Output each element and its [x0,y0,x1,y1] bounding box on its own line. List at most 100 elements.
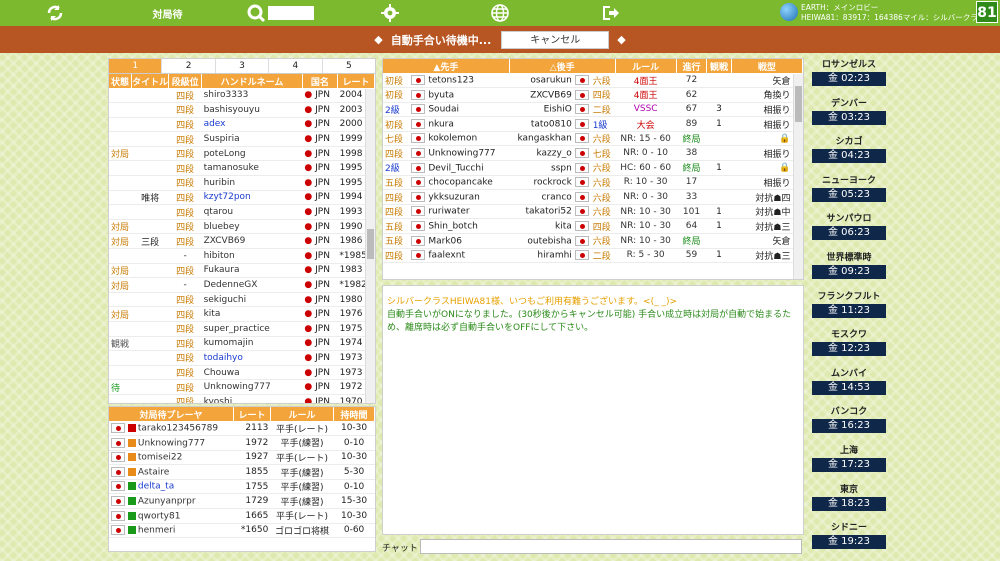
player-row[interactable]: 四段 tamanosuke ● JPN 1995 [109,160,375,177]
gote-player[interactable]: outebisha [509,233,591,249]
tab-page-3[interactable]: 3 [214,59,268,73]
col-watchers[interactable]: 観戦 [706,59,732,73]
player-row[interactable]: 対局 三段 四段 ZXCVB69 ● JPN 1986 [109,233,375,250]
sente-player[interactable]: Unknowing777 [409,145,510,162]
player-handle[interactable]: hibiton [201,248,303,264]
tab-page-5[interactable]: 5 [321,59,375,73]
waiting-row[interactable]: Azunyanprpr 1729 平手(練習) 15-30 [109,493,375,510]
sente-player[interactable]: tetons123 [409,73,510,89]
chat-input[interactable] [420,539,802,554]
player-row[interactable]: 対局 四段 kita ● JPN 1976 [109,306,375,322]
player-row[interactable]: 四段 Suspiria ● JPN 1999 [109,131,375,147]
search-input[interactable] [268,6,314,20]
player-handle[interactable]: ZXCVB69 [201,233,303,250]
gote-player[interactable]: rockrock [509,175,591,191]
sente-player[interactable]: nkura [409,116,510,132]
col-country[interactable]: 国名 [302,74,338,88]
gote-player[interactable]: EishiO [509,102,591,118]
gote-player[interactable]: cranco [509,189,591,205]
col-waiting-time[interactable]: 持時間 [333,407,375,421]
tab-page-1[interactable]: 1 [109,59,162,73]
sente-player[interactable]: ruriwater [409,204,510,220]
game-row[interactable]: 2級 Soudai EishiO 二段 VSSC 67 3 相振り [383,102,803,118]
player-handle[interactable]: kyoshi [201,394,303,403]
player-row[interactable]: 待四段 Unknowing777 ● JPN 1972 [109,379,375,395]
gote-player[interactable]: tato0810 [509,116,591,132]
game-row[interactable]: 四段 ykksuzuran cranco 六段 NR: 0 - 30 33 対抗☗四 [383,189,803,205]
player-row[interactable]: 唯将 四段 kzyt72pon ● JPN 1994 [109,190,375,206]
col-title[interactable]: タイトル [131,74,170,88]
col-sente[interactable]: ▲先手 [383,59,510,73]
player-row[interactable]: 四段 todaihyo ● JPN 1973 [109,350,375,366]
game-row[interactable]: 四段 ruriwater takatori52 六段 NR: 10 - 30 101 1… [383,204,803,220]
game-row[interactable]: 初段 tetons123 osarukun 六段 4面王 72 矢倉 [383,73,803,89]
col-rank[interactable]: 段級位 [168,74,203,88]
waiting-player[interactable]: henmeri [109,523,234,539]
player-row[interactable]: 四段 Chouwa ● JPN 1973 [109,365,375,381]
game-row[interactable]: 五段 Shin_botch kita 四段 NR: 10 - 30 64 1 対抗☗三 [383,218,803,235]
game-row[interactable]: 七段 kokolemon kangaskhan 六段 NR: 15 - 60 終局 🔒 [383,131,803,147]
col-waiting-rate[interactable]: レート [233,407,271,421]
game-row[interactable]: 四段 faalexnt hiramhi 二段 R: 5 - 30 59 1 対抗☗三 [383,248,803,264]
gear-icon[interactable] [375,0,405,26]
player-handle[interactable]: todaihyo [201,350,303,366]
player-row[interactable]: 四段 adex ● JPN 2000 [109,117,375,133]
player-row[interactable]: 対局 四段 bluebey ● JPN 1990 [109,219,375,235]
col-gote[interactable]: △後手 [509,59,616,73]
col-waiting-rule[interactable]: ルール [270,407,335,421]
waiting-row[interactable]: delta_ta 1755 平手(練習) 0-10 [109,479,375,495]
waiting-row[interactable]: Astaire 1855 平手(練習) 5-30 [109,464,375,480]
sente-player[interactable]: ykksuzuran [409,189,510,205]
game-row[interactable]: 初段 byuta ZXCVB69 四段 4面王 62 角換り [383,87,803,103]
waiting-row[interactable]: tarako123456789 2113 平手(レート) 10-30 [109,421,375,437]
player-row[interactable]: 観戦 四段 kumomajin ● JPN 1974 [109,336,375,352]
player-row[interactable]: - hibiton ● JPN *1985 [109,248,375,264]
gote-player[interactable]: kangaskhan [509,131,591,147]
sente-player[interactable]: Devil_Tucchi [409,160,510,176]
gote-player[interactable]: takatori52 [509,204,591,220]
player-row[interactable]: 四段 kyoshi ● JPN 1970 [109,394,375,403]
wait-menu-label[interactable]: 対局待 [140,0,195,26]
player-handle[interactable]: tamanosuke [201,160,303,177]
waiting-player[interactable]: delta_ta [109,479,234,495]
player-handle[interactable]: huribin [201,175,303,191]
gote-player[interactable]: kazzy_o [509,145,591,162]
player-handle[interactable]: shiro3333 [201,88,303,104]
col-handle[interactable]: ハンドルネーム [201,74,303,88]
player-handle[interactable]: kumomajin [201,336,303,352]
player-row[interactable]: 対局 四段 Fukaura ● JPN 1983 [109,263,375,279]
waiting-row[interactable]: qworty81 1665 平手(レート) 10-30 [109,508,375,524]
player-row[interactable]: 四段 bashisyouyu ● JPN 2003 [109,102,375,118]
globe-icon[interactable] [485,0,515,26]
player-handle[interactable]: bluebey [201,219,303,235]
col-rate[interactable]: レート [337,74,375,88]
games-scrollbar[interactable] [793,74,803,279]
player-row[interactable]: 四段 huribin ● JPN 1995 [109,175,375,191]
player-handle[interactable]: adex [201,117,303,133]
sente-player[interactable]: faalexnt [409,248,510,264]
gote-player[interactable]: ZXCVB69 [509,87,591,103]
col-waiting-player[interactable]: 対局待プレーヤ [109,407,235,421]
player-handle[interactable]: kzyt72pon [201,190,303,206]
player-handle[interactable]: kita [201,306,303,322]
player-row[interactable]: 四段 sekiguchi ● JPN 1980 [109,292,375,308]
player-handle[interactable]: Suspiria [201,131,303,147]
col-rule[interactable]: ルール [615,59,677,73]
player-scrollbar[interactable] [365,89,375,403]
player-handle[interactable]: bashisyouyu [201,102,303,118]
sente-player[interactable]: Soudai [409,102,510,118]
game-row[interactable]: 五段 chocopancake rockrock 六段 R: 10 - 30 17 相振… [383,175,803,191]
player-handle[interactable]: poteLong [201,146,303,162]
sente-player[interactable]: byuta [409,87,510,103]
sente-player[interactable]: Mark06 [409,233,510,249]
player-row[interactable]: 対局 - DedenneGX ● JPN *1982 [109,277,375,293]
waiting-player[interactable]: tomisei22 [109,450,234,466]
game-row[interactable]: 初段 nkura tato0810 1級 大会 89 1 相振り [383,116,803,132]
waiting-player[interactable]: Azunyanprpr [109,493,234,510]
scroll-thumb[interactable] [367,229,374,259]
col-progress[interactable]: 進行 [676,59,708,73]
waiting-player[interactable]: qworty81 [109,508,234,524]
sente-player[interactable]: chocopancake [409,175,510,191]
sente-player[interactable]: kokolemon [409,131,510,147]
col-opening[interactable]: 戦型 [731,59,803,73]
